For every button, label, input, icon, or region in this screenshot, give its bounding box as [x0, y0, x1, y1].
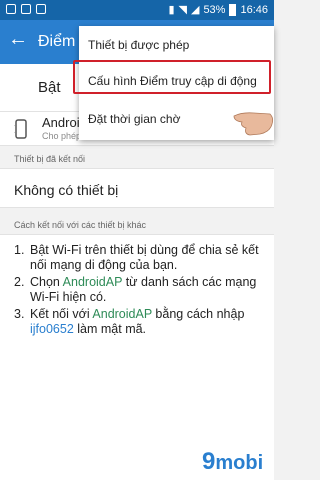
status-bar: ▮ ◥ ◢ 53% 16:46	[0, 0, 274, 20]
menu-item-configure-hotspot[interactable]: Cấu hình Điểm truy cập di động	[79, 62, 274, 98]
page-title: Điểm	[38, 33, 76, 50]
arrow-left-icon[interactable]: ←	[8, 29, 28, 49]
watermark-logo: 9mobi	[202, 448, 264, 475]
instructions-header: Cách kết nối với các thiết bị khác	[14, 220, 146, 230]
instruction-step: 3. Kết nối với AndroidAP bằng cách nhập …	[14, 307, 245, 336]
pointing-hand-icon	[233, 112, 274, 136]
no-device-text: Không có thiết bị	[14, 182, 119, 198]
battery-icon	[229, 3, 237, 16]
instruction-step: 1. Bật Wi-Fi trên thiết bị dùng để chia …	[14, 243, 259, 272]
instructions-list: 1. Bật Wi-Fi trên thiết bị dùng để chia …	[0, 234, 274, 480]
wifi-icon: ◥	[178, 4, 187, 16]
signal-icon: ◢	[190, 4, 200, 16]
sim-icon: ▮	[168, 4, 175, 16]
clock: 16:46	[240, 3, 268, 16]
password: ijfo0652	[30, 322, 74, 336]
notification-icon	[21, 4, 31, 14]
access-point-subtitle: Cho phép	[42, 131, 82, 141]
ap-name: AndroidAP	[62, 275, 123, 289]
notification-icon	[6, 4, 16, 14]
connected-devices-list: Không có thiết bị	[0, 168, 274, 208]
ap-name: AndroidAP	[92, 307, 152, 321]
connected-devices-header: Thiết bị đã kết nối	[14, 154, 86, 164]
battery-percent: 53%	[203, 3, 226, 16]
instruction-step: 2. Chọn AndroidAP từ danh sách các mạng …	[14, 275, 257, 304]
menu-item-allowed-devices[interactable]: Thiết bị được phép	[79, 26, 274, 62]
phone-icon	[14, 119, 27, 139]
toggle-label: Bật	[38, 79, 61, 96]
notification-icon	[36, 4, 46, 14]
